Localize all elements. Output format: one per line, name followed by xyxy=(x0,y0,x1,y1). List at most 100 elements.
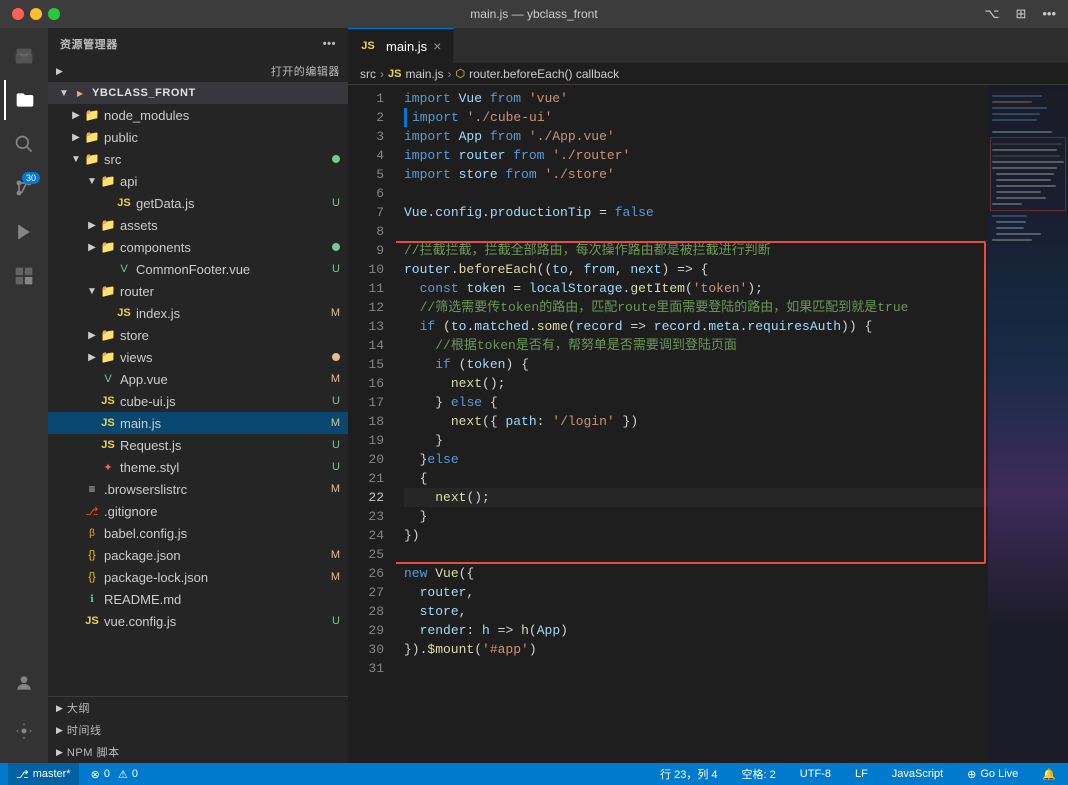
sidebar-item-store[interactable]: ▶ 📁 store xyxy=(48,324,348,346)
activity-settings[interactable] xyxy=(4,711,44,751)
code-line-12: //筛选需要传token的路由，匹配route里面需要登陆的路由，如果匹配到就是… xyxy=(404,298,988,317)
sidebar-item-theme[interactable]: ▶ ✦ theme.styl U xyxy=(48,456,348,478)
tab-close-icon[interactable]: × xyxy=(433,38,441,54)
line-num-16: 16 xyxy=(348,374,384,393)
panel-outline[interactable]: ▶ 大纲 xyxy=(48,697,348,719)
status-errors[interactable]: ⊗ 0 ⚠ 0 xyxy=(87,763,142,785)
status-encoding[interactable]: UTF-8 xyxy=(796,763,835,785)
status-spaces[interactable]: 空格: 2 xyxy=(738,763,780,785)
root-folder[interactable]: ▼ ▸ YBCLASS_FRONT xyxy=(48,82,348,104)
request-badge: U xyxy=(332,439,340,451)
code-content[interactable]: import Vue from 'vue' import './cube-ui'… xyxy=(396,85,988,763)
close-button[interactable] xyxy=(12,8,24,20)
code-line-23: } xyxy=(404,507,988,526)
remote-icon[interactable]: ⌥ xyxy=(984,6,999,22)
activity-extensions[interactable] xyxy=(4,256,44,296)
status-position[interactable]: 行 23，列 4 xyxy=(656,763,721,785)
sidebar-item-cube-ui[interactable]: ▶ JS cube-ui.js U xyxy=(48,390,348,412)
sidebar-item-src[interactable]: ▼ 📁 src xyxy=(48,148,348,170)
sidebar-header: 资源管理器 ••• xyxy=(48,28,348,60)
line-num-8: 8 xyxy=(348,222,384,241)
npm-arrow: ▶ xyxy=(56,747,63,758)
readme-icon: ℹ xyxy=(84,591,100,607)
breadcrumb-src[interactable]: src xyxy=(360,67,376,81)
request-label: Request.js xyxy=(120,438,332,453)
sidebar-item-getdata[interactable]: ▶ JS getData.js U xyxy=(48,192,348,214)
code-line-8 xyxy=(404,222,988,241)
folder-icon: ▸ xyxy=(72,85,88,101)
sidebar-item-main-js[interactable]: ▶ JS main.js M xyxy=(48,412,348,434)
api-label: api xyxy=(120,174,348,189)
code-editor[interactable]: 1 2 3 4 5 6 7 8 9 10 11 12 13 14 15 16 1… xyxy=(348,85,1068,763)
sidebar-item-gitignore[interactable]: ▶ ⎇ .gitignore xyxy=(48,500,348,522)
tab-main-js[interactable]: JS main.js × xyxy=(348,28,454,63)
sidebar-item-router[interactable]: ▼ 📁 router xyxy=(48,280,348,302)
fullscreen-button[interactable] xyxy=(48,8,60,20)
line-numbers: 1 2 3 4 5 6 7 8 9 10 11 12 13 14 15 16 1… xyxy=(348,85,396,763)
more-icon[interactable]: ••• xyxy=(1042,6,1056,22)
js-icon: JS xyxy=(116,195,132,211)
assets-label: assets xyxy=(120,218,348,233)
src-dot xyxy=(332,155,340,163)
line-num-27: 27 xyxy=(348,583,384,602)
store-label: store xyxy=(120,328,348,343)
line-num-12: 12 xyxy=(348,298,384,317)
panel-timeline[interactable]: ▶ 时间线 xyxy=(48,719,348,741)
sidebar-item-views[interactable]: ▶ 📁 views xyxy=(48,346,348,368)
sidebar-item-commonfooter[interactable]: ▶ V CommonFooter.vue U xyxy=(48,258,348,280)
code-line-13: if (to.matched.some(record => record.met… xyxy=(404,317,988,336)
warning-count: 0 xyxy=(132,768,138,780)
src-arrow: ▼ xyxy=(68,151,84,167)
breadcrumb-sep-2: › xyxy=(447,67,451,81)
code-line-25 xyxy=(404,545,988,564)
code-line-27: router, xyxy=(404,583,988,602)
sidebar-item-browserslist[interactable]: ▶ ≡ .browserslistrc M xyxy=(48,478,348,500)
sidebar-item-assets[interactable]: ▶ 📁 assets xyxy=(48,214,348,236)
sidebar-item-app-vue[interactable]: ▶ V App.vue M xyxy=(48,368,348,390)
code-line-31 xyxy=(404,659,988,678)
breadcrumb-sep-1: › xyxy=(380,67,384,81)
sidebar-item-request[interactable]: ▶ JS Request.js U xyxy=(48,434,348,456)
error-count: 0 xyxy=(104,768,110,780)
activity-explorer[interactable] xyxy=(4,80,44,120)
open-editors-header[interactable]: ▶ 打开的编辑器 xyxy=(48,60,348,82)
status-branch[interactable]: ⎇ master* xyxy=(8,763,79,785)
code-line-18: next({ path: '/login' }) xyxy=(404,412,988,431)
sidebar-item-components[interactable]: ▶ 📁 components xyxy=(48,236,348,258)
code-line-4: import router from './router' xyxy=(404,146,988,165)
branch-name: master* xyxy=(33,768,71,780)
sidebar-item-vue-config[interactable]: ▶ JS vue.config.js U xyxy=(48,610,348,632)
line-num-10: 10 xyxy=(348,260,384,279)
code-line-20: }else xyxy=(404,450,988,469)
activity-remote[interactable] xyxy=(4,36,44,76)
vue-config-badge: U xyxy=(332,615,340,627)
warning-icon: ⚠ xyxy=(118,768,128,781)
sidebar-more-icon[interactable]: ••• xyxy=(323,38,336,50)
sidebar-item-router-index[interactable]: ▶ JS index.js M xyxy=(48,302,348,324)
minimap[interactable] xyxy=(988,85,1068,763)
status-language[interactable]: JavaScript xyxy=(888,763,947,785)
activity-search[interactable] xyxy=(4,124,44,164)
layout-icon[interactable]: ⊞ xyxy=(1015,6,1026,22)
sidebar-item-babel[interactable]: ▶ β babel.config.js xyxy=(48,522,348,544)
minimize-button[interactable] xyxy=(30,8,42,20)
status-go-live[interactable]: ⊕ Go Live xyxy=(963,763,1022,785)
status-notification[interactable]: 🔔 xyxy=(1038,763,1060,785)
sidebar-item-package-lock[interactable]: ▶ {} package-lock.json M xyxy=(48,566,348,588)
sidebar-item-public[interactable]: ▶ 📁 public xyxy=(48,126,348,148)
assets-arrow: ▶ xyxy=(84,217,100,233)
sidebar-item-package-json[interactable]: ▶ {} package.json M xyxy=(48,544,348,566)
activity-scm[interactable]: 30 xyxy=(4,168,44,208)
activity-debug[interactable] xyxy=(4,212,44,252)
breadcrumb-function[interactable]: router.beforeEach() callback xyxy=(469,67,619,81)
panel-npm[interactable]: ▶ NPM 脚本 xyxy=(48,741,348,763)
sidebar-item-readme[interactable]: ▶ ℹ README.md xyxy=(48,588,348,610)
sidebar-item-api[interactable]: ▼ 📁 api xyxy=(48,170,348,192)
views-arrow: ▶ xyxy=(84,349,100,365)
readme-label: README.md xyxy=(104,592,348,607)
breadcrumb-file[interactable]: main.js xyxy=(405,67,443,81)
status-line-ending[interactable]: LF xyxy=(851,763,872,785)
activity-account[interactable] xyxy=(4,663,44,703)
cube-ui-label: cube-ui.js xyxy=(120,394,332,409)
sidebar-item-node-modules[interactable]: ▶ 📁 node_modules xyxy=(48,104,348,126)
